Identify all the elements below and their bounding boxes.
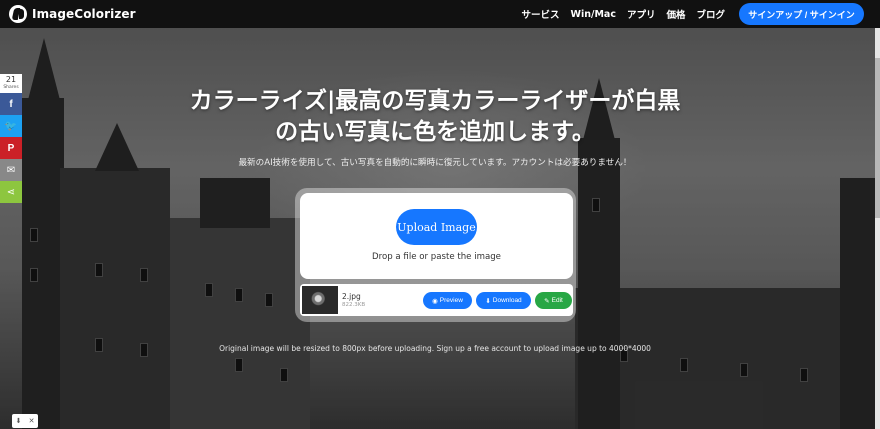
nav-item-apps[interactable]: アプリ <box>627 7 656 21</box>
main-nav: サービス Win/Mac アプリ 価格 ブログ <box>510 0 725 28</box>
preview-button[interactable]: ◉ Preview <box>423 292 472 309</box>
share-count-number: 21 <box>5 75 17 84</box>
email-share-button[interactable]: ✉ <box>0 159 22 181</box>
file-size: 822.3KB <box>342 302 366 308</box>
download-icon: ⬇ <box>15 417 22 425</box>
pinterest-share-button[interactable]: P <box>0 137 22 159</box>
page-title: カラーライズ|最高の写真カラーライザーが白黒 の古い写真に色を追加します。 <box>150 86 720 148</box>
file-thumbnail <box>302 286 338 314</box>
title-line-2: の古い写真に色を追加します。 <box>275 119 595 145</box>
title-line-1: カラーライズ|最高の写真カラーライザーが白黒 <box>189 88 681 114</box>
edit-label: Edit <box>551 297 563 304</box>
page-subtitle: 最新のAI技術を使用して、古い写真を自動的に瞬時に復元しています。アカウントは必… <box>238 158 632 168</box>
logo-icon <box>9 5 27 23</box>
download-label: Download <box>492 297 522 304</box>
twitter-icon: 🐦 <box>4 120 18 132</box>
drop-hint: Drop a file or paste the image <box>372 252 501 262</box>
logo-text: ImageColorizer <box>32 7 136 21</box>
logo[interactable]: ImageColorizer <box>9 5 136 23</box>
pinterest-icon: P <box>7 142 15 154</box>
share-icon: ⋖ <box>6 186 16 198</box>
file-name: 2.jpg <box>342 292 361 301</box>
close-icon[interactable]: ✕ <box>29 417 35 425</box>
page-scrollbar[interactable] <box>875 28 880 429</box>
resize-note: Original image will be resized to 800px … <box>219 344 651 353</box>
share-count-label: Shares <box>3 85 19 90</box>
preview-label: Preview <box>439 297 463 304</box>
header: ImageColorizer サービス Win/Mac アプリ 価格 ブログ サ… <box>0 0 880 28</box>
facebook-icon: f <box>9 98 13 110</box>
scrollbar-thumb[interactable] <box>875 58 880 218</box>
facebook-share-button[interactable]: f <box>0 93 22 115</box>
share-count: 21 Shares <box>0 74 22 93</box>
signup-button[interactable]: サインアップ / サインイン <box>739 3 864 25</box>
nav-item-blog[interactable]: ブログ <box>696 7 725 21</box>
download-icon: ⬇ <box>485 297 491 305</box>
nav-item-services[interactable]: サービス <box>521 7 559 21</box>
email-icon: ✉ <box>6 164 16 176</box>
sharethis-button[interactable]: ⋖ <box>0 181 22 203</box>
edit-icon: ✎ <box>544 297 550 305</box>
upload-image-button[interactable]: Upload Image <box>396 209 477 245</box>
twitter-share-button[interactable]: 🐦 <box>0 115 22 137</box>
eye-icon: ◉ <box>432 297 438 305</box>
edit-button[interactable]: ✎ Edit <box>535 292 572 309</box>
download-button[interactable]: ⬇ Download <box>476 292 531 309</box>
nav-item-pricing[interactable]: 価格 <box>666 7 685 21</box>
bottom-widget[interactable]: ⬇ ✕ <box>12 414 38 428</box>
nav-item-winmac[interactable]: Win/Mac <box>570 9 615 20</box>
